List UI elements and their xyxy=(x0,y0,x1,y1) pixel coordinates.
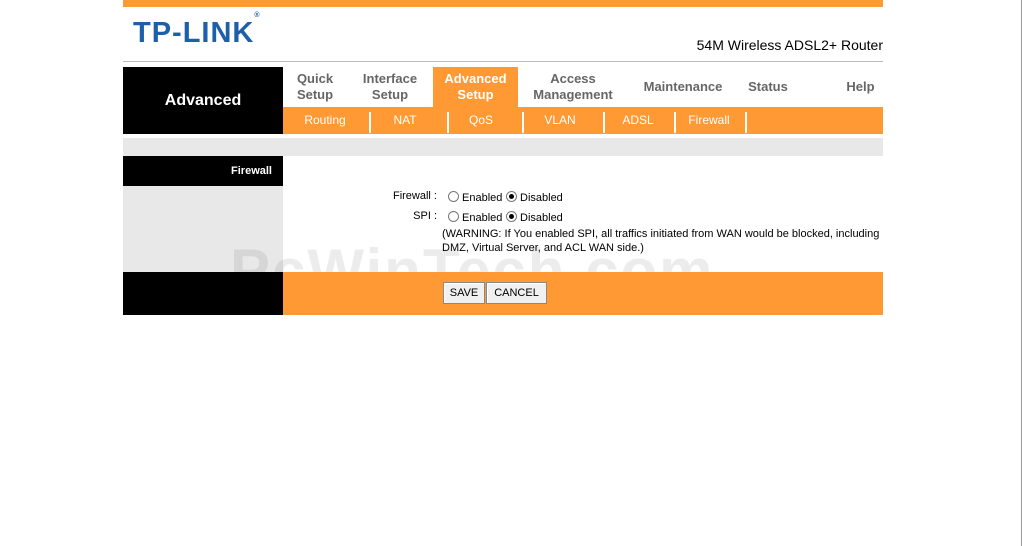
logo-area: TP-LINK® xyxy=(123,7,323,59)
tab-status[interactable]: Status xyxy=(738,67,798,107)
spi-warning-text: (WARNING: If You enabled SPI, all traffi… xyxy=(442,228,880,254)
tab-help[interactable]: Help xyxy=(828,67,893,107)
spi-enabled-radio[interactable] xyxy=(448,211,459,222)
subtab-vlan[interactable]: VLAN xyxy=(530,113,590,127)
subnav-separator xyxy=(745,112,747,133)
cancel-button[interactable]: CANCEL xyxy=(486,282,547,304)
button-bar xyxy=(283,272,883,315)
sidebar-title-label: Firewall xyxy=(231,165,272,177)
subnav-separator xyxy=(603,112,605,133)
subtab-firewall[interactable]: Firewall xyxy=(679,113,739,127)
firewall-disabled-label: Disabled xyxy=(520,192,563,204)
top-accent-bar xyxy=(123,0,883,7)
subnav-separator xyxy=(369,112,371,133)
subnav-separator xyxy=(674,112,676,133)
subtab-adsl[interactable]: ADSL xyxy=(608,113,668,127)
tab-quick-setup[interactable]: Quick Setup xyxy=(283,67,347,107)
product-name: 54M Wireless ADSL2+ Router xyxy=(696,37,883,53)
spi-disabled-radio[interactable] xyxy=(506,211,517,222)
subtab-nat[interactable]: NAT xyxy=(375,113,435,127)
firewall-label: Firewall : xyxy=(392,190,437,202)
logo-text: TP-LINK xyxy=(133,17,255,49)
subtab-routing[interactable]: Routing xyxy=(295,113,355,127)
firewall-disabled-radio[interactable] xyxy=(506,191,517,202)
tab-access-management[interactable]: Access Management xyxy=(518,67,628,107)
firewall-enabled-radio[interactable] xyxy=(448,191,459,202)
tab-advanced-setup[interactable]: Advanced Setup xyxy=(433,67,518,107)
sub-nav: Routing NAT QoS VLAN ADSL Firewall xyxy=(283,107,883,134)
save-button[interactable]: SAVE xyxy=(443,282,485,304)
sidebar-footer xyxy=(123,272,283,315)
subtab-qos[interactable]: QoS xyxy=(451,113,511,127)
tplink-logo: TP-LINK® xyxy=(133,12,261,50)
tab-maintenance[interactable]: Maintenance xyxy=(628,67,738,107)
subnav-separator xyxy=(522,112,524,133)
spi-disabled-label: Disabled xyxy=(520,212,563,224)
subnav-separator xyxy=(447,112,449,133)
registered-mark: ® xyxy=(254,12,261,20)
tab-interface-setup[interactable]: Interface Setup xyxy=(347,67,433,107)
section-title: Advanced xyxy=(123,67,283,134)
content-top-band xyxy=(123,138,883,156)
main-nav: Quick Setup Interface Setup Advanced Setup … xyxy=(283,67,883,107)
sidebar-title: Firewall xyxy=(123,156,283,186)
firewall-enabled-label: Enabled xyxy=(462,192,503,204)
spi-label: SPI : xyxy=(413,210,437,222)
header-divider xyxy=(123,61,883,62)
spi-enabled-label: Enabled xyxy=(462,212,503,224)
